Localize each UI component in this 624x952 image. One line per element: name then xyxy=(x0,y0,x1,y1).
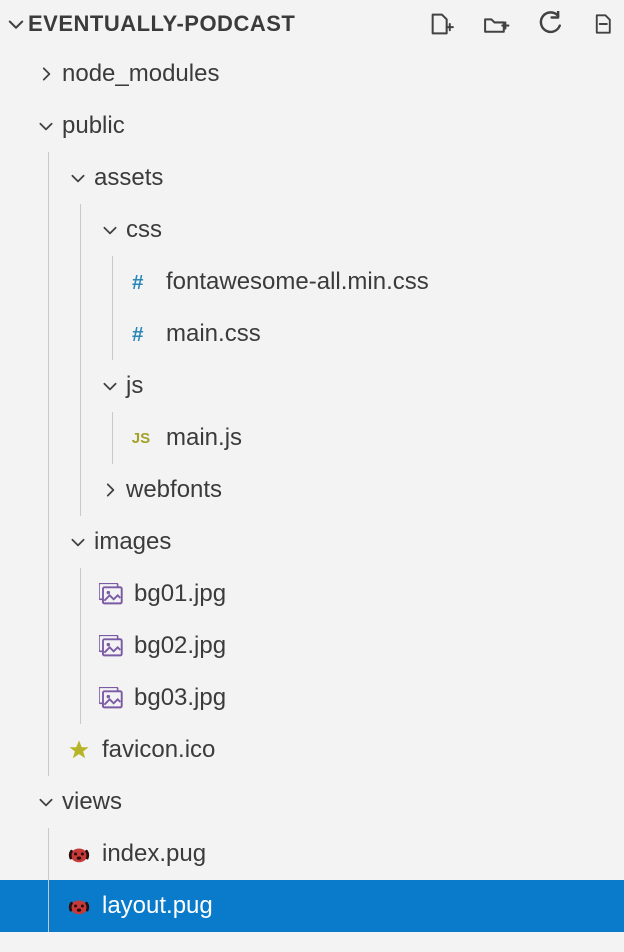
explorer-header: EVENTUALLY-PODCAST xyxy=(0,0,624,48)
file-label: main.js xyxy=(166,424,242,452)
css-file-icon xyxy=(128,267,158,297)
css-file-icon xyxy=(128,319,158,349)
file-label: main.css xyxy=(166,320,261,348)
file-explorer: EVENTUALLY-PODCAST node_modules xyxy=(0,0,624,952)
file-main-css[interactable]: main.css xyxy=(0,308,624,360)
chevron-right-icon xyxy=(32,60,60,88)
folder-assets[interactable]: assets xyxy=(0,152,624,204)
folder-webfonts[interactable]: webfonts xyxy=(0,464,624,516)
project-title: EVENTUALLY-PODCAST xyxy=(28,11,424,37)
chevron-down-icon xyxy=(32,788,60,816)
file-label: fontawesome-all.min.css xyxy=(166,268,429,296)
folder-js[interactable]: js xyxy=(0,360,624,412)
file-label: layout.pug xyxy=(102,892,213,920)
chevron-down-icon xyxy=(64,164,92,192)
pug-file-icon xyxy=(64,891,94,921)
file-label: bg02.jpg xyxy=(134,632,226,660)
folder-label: public xyxy=(60,112,125,140)
file-bg01[interactable]: bg01.jpg xyxy=(0,568,624,620)
collapse-all-button[interactable] xyxy=(586,6,622,42)
file-main-js[interactable]: main.js xyxy=(0,412,624,464)
folder-label: images xyxy=(92,528,171,556)
new-folder-button[interactable] xyxy=(478,6,514,42)
file-label: bg01.jpg xyxy=(134,580,226,608)
header-actions xyxy=(424,6,624,42)
file-bg03[interactable]: bg03.jpg xyxy=(0,672,624,724)
folder-node-modules[interactable]: node_modules xyxy=(0,48,624,100)
new-file-button[interactable] xyxy=(424,6,460,42)
folder-css[interactable]: css xyxy=(0,204,624,256)
file-index-pug[interactable]: index.pug xyxy=(0,828,624,880)
folder-label: webfonts xyxy=(124,476,222,504)
folder-label: assets xyxy=(92,164,163,192)
chevron-down-icon[interactable] xyxy=(4,12,28,36)
favicon-icon xyxy=(64,735,94,765)
image-file-icon xyxy=(96,579,126,609)
file-label: favicon.ico xyxy=(102,736,215,764)
image-file-icon xyxy=(96,631,126,661)
folder-images[interactable]: images xyxy=(0,516,624,568)
image-file-icon xyxy=(96,683,126,713)
file-tree: node_modules public assets css fontaweso… xyxy=(0,48,624,932)
folder-label: js xyxy=(124,372,143,400)
file-bg02[interactable]: bg02.jpg xyxy=(0,620,624,672)
file-label: bg03.jpg xyxy=(134,684,226,712)
folder-label: views xyxy=(60,788,122,816)
file-layout-pug[interactable]: layout.pug xyxy=(0,880,624,932)
refresh-button[interactable] xyxy=(532,6,568,42)
pug-file-icon xyxy=(64,839,94,869)
js-file-icon xyxy=(128,423,158,453)
chevron-right-icon xyxy=(96,476,124,504)
folder-label: node_modules xyxy=(60,60,219,88)
folder-views[interactable]: views xyxy=(0,776,624,828)
file-fontawesome-css[interactable]: fontawesome-all.min.css xyxy=(0,256,624,308)
chevron-down-icon xyxy=(64,528,92,556)
file-favicon[interactable]: favicon.ico xyxy=(0,724,624,776)
folder-public[interactable]: public xyxy=(0,100,624,152)
chevron-down-icon xyxy=(96,372,124,400)
folder-label: css xyxy=(124,216,162,244)
chevron-down-icon xyxy=(96,216,124,244)
chevron-down-icon xyxy=(32,112,60,140)
file-label: index.pug xyxy=(102,840,206,868)
